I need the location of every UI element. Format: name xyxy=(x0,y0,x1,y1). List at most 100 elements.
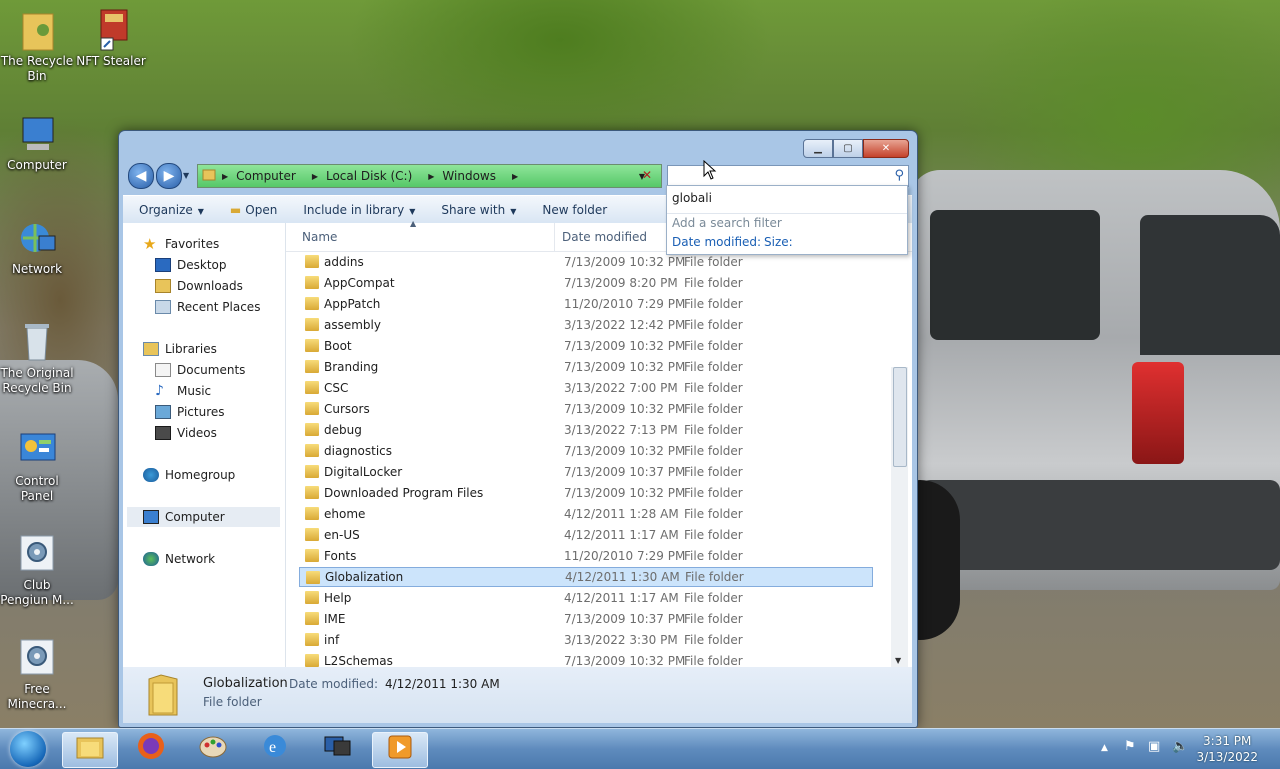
vertical-scrollbar[interactable]: ▼ xyxy=(891,367,908,667)
action-center-flag-icon[interactable]: ⚑ xyxy=(1124,739,1136,754)
file-row[interactable]: CSC 3/13/2022 7:00 PM File folder xyxy=(299,378,873,398)
folder-icon xyxy=(305,465,319,478)
file-row[interactable]: AppPatch 11/20/2010 7:29 PM File folder xyxy=(299,294,873,314)
taskbar-internet-explorer[interactable]: e xyxy=(248,732,302,766)
file-type: File folder xyxy=(684,591,743,605)
file-row[interactable]: Downloaded Program Files 7/13/2009 10:32 … xyxy=(299,483,873,503)
file-row[interactable]: Boot 7/13/2009 10:32 PM File folder xyxy=(299,336,873,356)
scrollbar-thumb[interactable] xyxy=(893,367,907,467)
include-in-library-button[interactable]: Include in library ▼ xyxy=(303,203,415,217)
forward-button[interactable]: ▶ xyxy=(156,163,182,189)
filter-date-modified-link[interactable]: Date modified: xyxy=(672,235,761,249)
file-row[interactable]: AppCompat 7/13/2009 8:20 PM File folder xyxy=(299,273,873,293)
file-date: 3/13/2022 3:30 PM xyxy=(564,633,678,647)
file-row[interactable]: inf 3/13/2022 3:30 PM File folder xyxy=(299,630,873,650)
show-hidden-icons-button[interactable]: ▲ xyxy=(1101,743,1108,753)
recent-pages-dropdown[interactable]: ▼ xyxy=(183,171,189,180)
volume-icon[interactable]: 🔈 xyxy=(1172,739,1188,754)
desktop-icon-recycle-bin-folder[interactable]: The Recycle Bin xyxy=(0,8,74,84)
start-button[interactable] xyxy=(4,729,52,769)
file-row[interactable]: Cursors 7/13/2009 10:32 PM File folder xyxy=(299,399,873,419)
computer-icon xyxy=(143,510,159,524)
back-button[interactable]: ◀ xyxy=(128,163,154,189)
file-row[interactable]: diagnostics 7/13/2009 10:32 PM File folder xyxy=(299,441,873,461)
taskbar-remote-desktop[interactable] xyxy=(310,732,364,766)
file-date: 7/13/2009 8:20 PM xyxy=(564,276,678,290)
file-row[interactable]: addins 7/13/2009 10:32 PM File folder xyxy=(299,252,873,272)
breadcrumb-separator-icon[interactable]: ▶ xyxy=(312,172,318,181)
file-row[interactable]: Fonts 11/20/2010 7:29 PM File folder xyxy=(299,546,873,566)
column-date-modified[interactable]: Date modified xyxy=(562,230,647,244)
taskbar-clock[interactable]: 3:31 PM 3/13/2022 xyxy=(1196,733,1258,765)
desktop-icon-label: The Recycle Bin xyxy=(0,54,74,83)
column-divider[interactable] xyxy=(554,223,555,251)
search-icon[interactable]: ⚲ xyxy=(894,168,904,183)
nav-music[interactable]: ♪ Music xyxy=(155,381,211,401)
breadcrumb-local-disk[interactable]: Local Disk (C:) xyxy=(326,169,412,183)
file-row[interactable]: Branding 7/13/2009 10:32 PM File folder xyxy=(299,357,873,377)
file-row[interactable]: debug 3/13/2022 7:13 PM File folder xyxy=(299,420,873,440)
taskbar-paint[interactable] xyxy=(186,732,240,766)
new-folder-button[interactable]: New folder xyxy=(542,203,607,217)
nav-downloads[interactable]: Downloads xyxy=(155,276,243,296)
nav-documents[interactable]: Documents xyxy=(155,360,245,380)
nav-pictures[interactable]: Pictures xyxy=(155,402,225,422)
desktop-icon-computer[interactable]: Computer xyxy=(0,112,74,173)
address-bar[interactable]: ▶ Computer ▶ Local Disk (C:) ▶ Windows ▶… xyxy=(197,164,662,188)
nav-label: Network xyxy=(165,552,216,566)
taskbar-firefox[interactable] xyxy=(124,732,178,766)
folder-icon xyxy=(305,444,319,457)
nav-computer[interactable]: Computer xyxy=(127,507,280,527)
breadcrumb-separator-icon[interactable]: ▶ xyxy=(512,172,518,181)
maximize-button[interactable]: ▢ xyxy=(833,139,863,158)
close-button[interactable]: ✕ xyxy=(863,139,909,158)
forward-arrow-icon: ▶ xyxy=(163,168,175,184)
file-name: L2Schemas xyxy=(324,654,393,668)
desktop-icon-free-minecraft[interactable]: Free Minecra... xyxy=(0,636,74,712)
scroll-down-icon[interactable]: ▼ xyxy=(895,656,901,665)
nav-recent-places[interactable]: Recent Places xyxy=(155,297,260,317)
nav-videos[interactable]: Videos xyxy=(155,423,217,443)
nav-favorites[interactable]: ★ Favorites xyxy=(143,234,219,254)
documents-icon xyxy=(155,363,171,377)
organize-button[interactable]: Organize ▼ xyxy=(139,203,204,217)
share-with-button[interactable]: Share with ▼ xyxy=(441,203,516,217)
organize-label: Organize xyxy=(139,203,193,217)
file-row[interactable]: Help 4/12/2011 1:17 AM File folder xyxy=(299,588,873,608)
desktop-icon-control-panel[interactable]: Control Panel xyxy=(0,428,74,504)
nav-network[interactable]: Network xyxy=(143,549,215,569)
file-date: 11/20/2010 7:29 PM xyxy=(564,297,686,311)
file-date: 7/13/2009 10:32 PM xyxy=(564,339,686,353)
file-row[interactable]: DigitalLocker 7/13/2009 10:37 PM File fold… xyxy=(299,462,873,482)
taskbar-explorer[interactable] xyxy=(62,732,118,768)
file-type: File folder xyxy=(684,549,743,563)
breadcrumb-separator-icon[interactable]: ▶ xyxy=(428,172,434,181)
breadcrumb-computer[interactable]: Computer xyxy=(236,169,296,183)
stop-loading-icon[interactable]: ✕ xyxy=(637,165,657,185)
nav-label: Homegroup xyxy=(165,468,236,482)
open-button[interactable]: ▬ Open xyxy=(230,203,277,217)
search-suggestion-item[interactable]: globali xyxy=(672,191,712,205)
desktop-icon-nft-stealer[interactable]: NFT Stealer xyxy=(74,8,148,69)
file-row[interactable]: en-US 4/12/2011 1:17 AM File folder xyxy=(299,525,873,545)
minimize-button[interactable]: ▁ xyxy=(803,139,833,158)
network-tray-icon[interactable]: ▣ xyxy=(1148,739,1160,754)
desktop-icon-network[interactable]: Network xyxy=(0,216,74,277)
nav-homegroup[interactable]: Homegroup xyxy=(143,465,235,485)
nav-desktop[interactable]: Desktop xyxy=(155,255,227,275)
taskbar-media-player[interactable] xyxy=(372,732,428,768)
column-name[interactable]: Name xyxy=(302,230,337,244)
breadcrumb-windows[interactable]: Windows xyxy=(442,169,496,183)
file-row[interactable]: ehome 4/12/2011 1:28 AM File folder xyxy=(299,504,873,524)
file-row[interactable]: IME 7/13/2009 10:37 PM File folder xyxy=(299,609,873,629)
file-name: Help xyxy=(324,591,352,605)
file-row[interactable]: Globalization 4/12/2011 1:30 AM File folde… xyxy=(299,567,873,587)
filter-size-link[interactable]: Size: xyxy=(764,235,793,249)
file-name: inf xyxy=(324,633,340,647)
desktop-icon-club-penguin[interactable]: Club Pengiun M... xyxy=(0,532,74,608)
file-row[interactable]: assembly 3/13/2022 12:42 PM File folder xyxy=(299,315,873,335)
folder-icon xyxy=(305,591,319,604)
nav-libraries[interactable]: Libraries xyxy=(143,339,217,359)
desktop-icon-original-recycle-bin[interactable]: The Original Recycle Bin xyxy=(0,320,74,396)
desktop-icon-label: Club Pengiun M... xyxy=(0,578,74,607)
